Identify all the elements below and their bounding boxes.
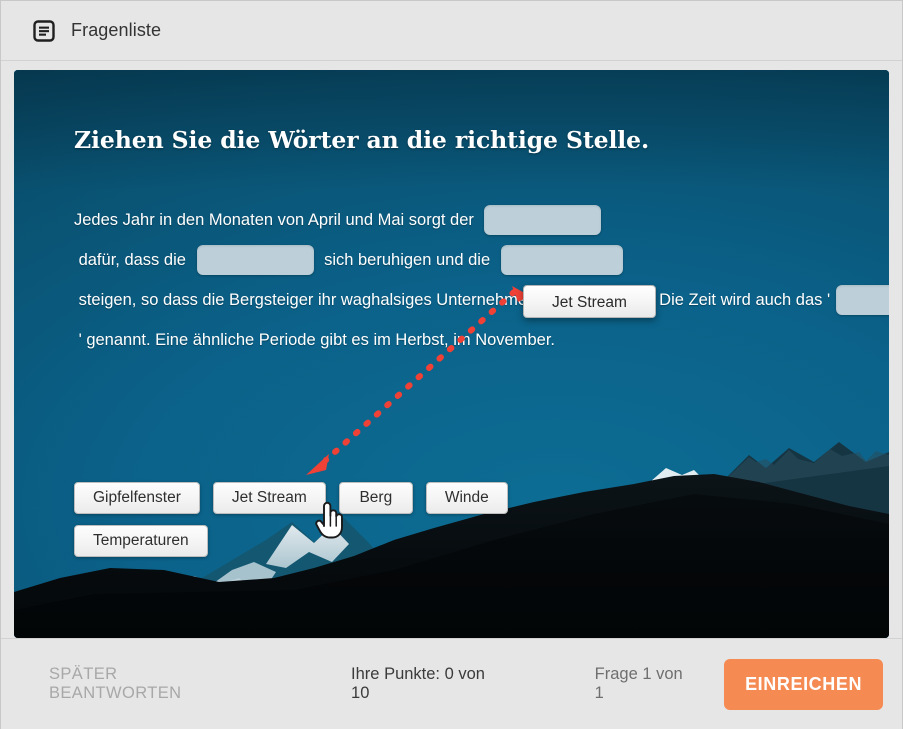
text-segment-5: ' genannt. Eine ähnliche Periode gibt es… bbox=[74, 331, 555, 349]
footer-bar: SPÄTER BEANTWORTEN Ihre Punkte: 0 von 10… bbox=[1, 638, 902, 729]
answer-row-2: Temperaturen bbox=[74, 525, 834, 557]
drop-slot-1[interactable] bbox=[484, 204, 602, 235]
answer-chip-temperaturen[interactable]: Temperaturen bbox=[74, 525, 208, 557]
text-segment-3: sich beruhigen und die bbox=[319, 251, 495, 269]
question-card: Ziehen Sie die Wörter an die richtige St… bbox=[14, 70, 889, 638]
question-progress-label: Frage 1 von 1 bbox=[594, 665, 683, 702]
question-list-icon bbox=[32, 19, 56, 43]
header-bar: Fragenliste bbox=[1, 1, 902, 61]
content-area: Ziehen Sie die Wörter an die richtige St… bbox=[1, 61, 902, 638]
page-title: Fragenliste bbox=[71, 20, 162, 40]
drop-slot-4[interactable] bbox=[836, 284, 889, 315]
answer-row-1: Gipfelfenster Jet Stream Berg Winde bbox=[74, 482, 834, 514]
submit-button[interactable]: EINREICHEN bbox=[724, 658, 883, 710]
answer-chip-gipfelfenster[interactable]: Gipfelfenster bbox=[74, 482, 200, 514]
answer-later-button[interactable]: SPÄTER BEANTWORTEN bbox=[49, 665, 244, 703]
question-heading: Ziehen Sie die Wörter an die richtige St… bbox=[74, 126, 650, 154]
dragged-chip-jet-stream[interactable]: Jet Stream bbox=[523, 285, 656, 318]
answer-options: Gipfelfenster Jet Stream Berg Winde Temp… bbox=[74, 482, 834, 568]
text-segment-2: dafür, dass die bbox=[74, 251, 191, 269]
quiz-window: Fragenliste Ziehen Sie die Wörter an die… bbox=[0, 0, 903, 729]
text-segment-4: steigen, so dass die Bergsteiger ihr wag… bbox=[74, 291, 831, 309]
drop-slot-2[interactable] bbox=[196, 244, 314, 275]
score-label: Ihre Punkte: 0 von 10 bbox=[351, 665, 485, 702]
question-body: Ziehen Sie die Wörter an die richtige St… bbox=[14, 70, 889, 360]
answer-chip-winde[interactable]: Winde bbox=[425, 482, 508, 514]
text-segment-1: Jedes Jahr in den Monaten von April und … bbox=[74, 211, 479, 229]
answer-chip-berg[interactable]: Berg bbox=[338, 482, 413, 514]
drop-slot-3[interactable] bbox=[500, 244, 623, 275]
answer-chip-jet-stream[interactable]: Jet Stream bbox=[212, 482, 326, 514]
question-paragraph: Jedes Jahr in den Monaten von April und … bbox=[74, 200, 889, 360]
